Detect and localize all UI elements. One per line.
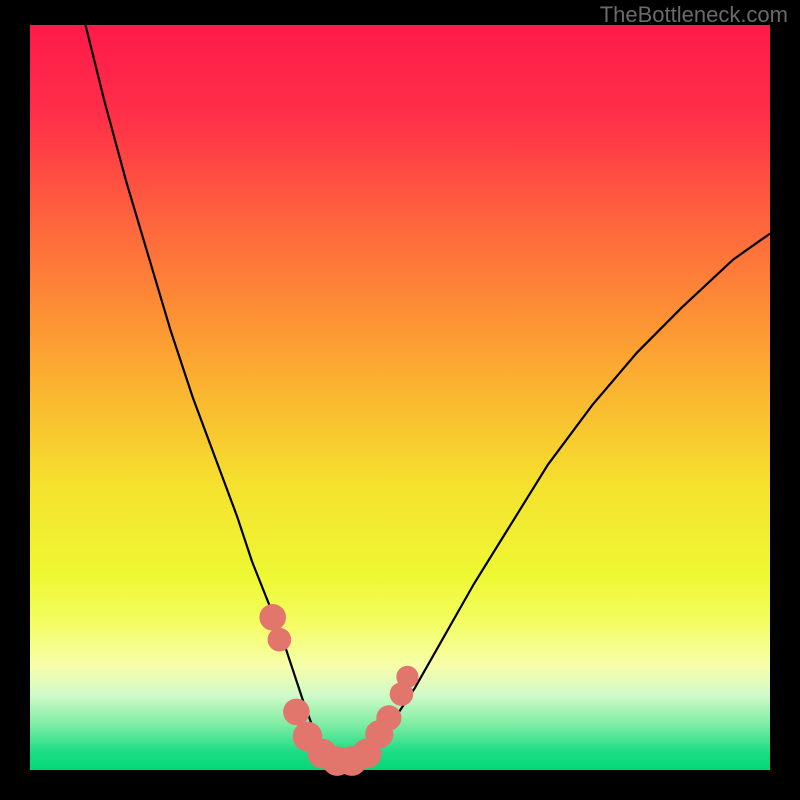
marker-dot: [283, 699, 310, 726]
bottleneck-chart: [0, 0, 800, 800]
marker-dot: [259, 604, 286, 631]
plot-background: [30, 25, 770, 770]
chart-container: TheBottleneck.com: [0, 0, 800, 800]
watermark-text: TheBottleneck.com: [600, 2, 788, 28]
marker-dot: [396, 666, 418, 688]
marker-dot: [376, 705, 401, 730]
marker-dot: [268, 628, 292, 652]
